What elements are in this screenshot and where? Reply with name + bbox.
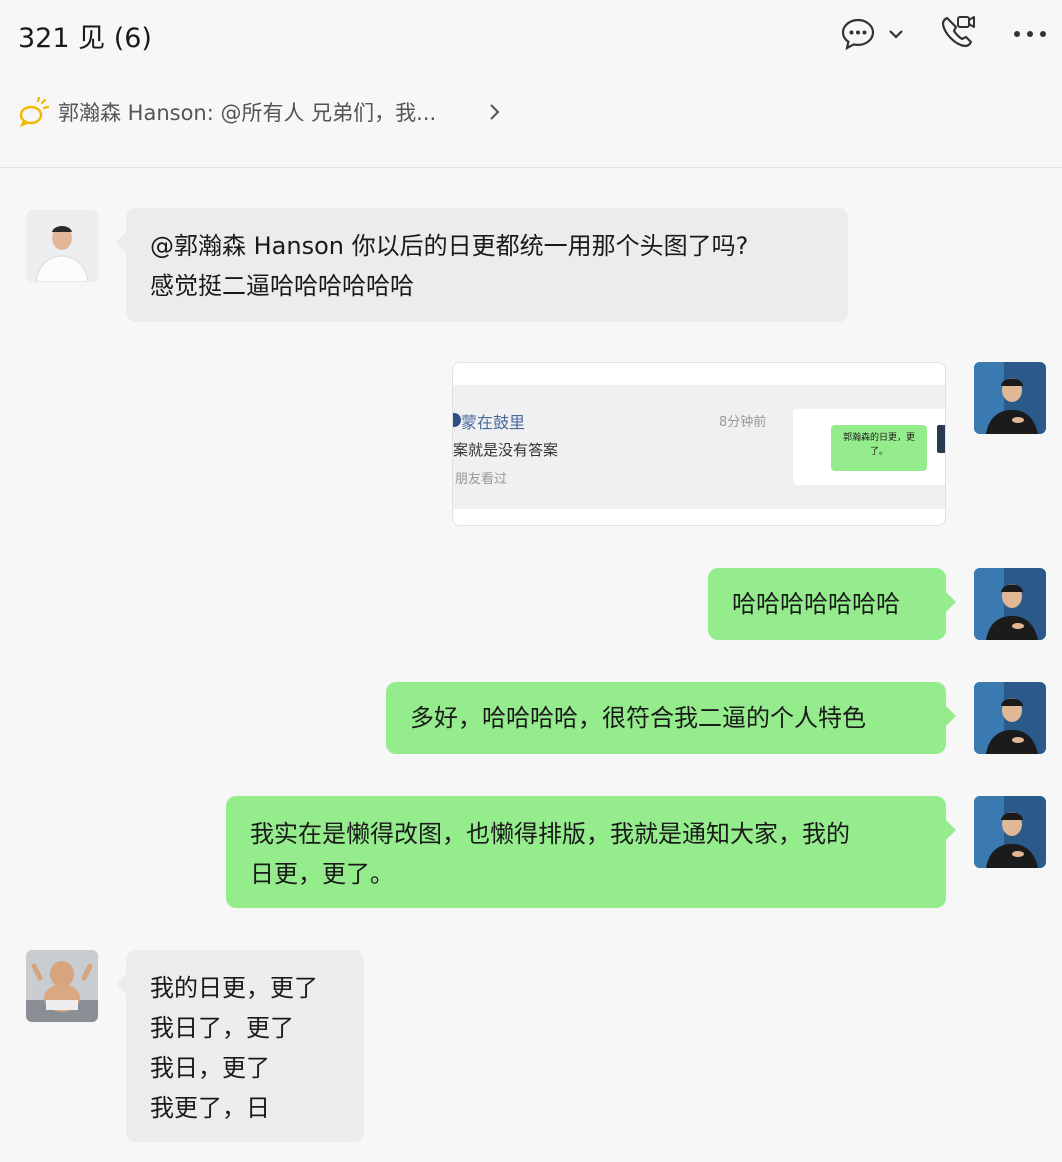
image-text: 案就是没有答案 <box>453 441 559 459</box>
image-mini-avatar <box>937 425 945 453</box>
image-mini-bubble: 郭瀚森的日更，更了。 <box>831 425 927 471</box>
message-bubble-incoming[interactable]: @郭瀚森 Hanson 你以后的日更都统一用那个头图了吗? 感觉挺二逼哈哈哈哈哈… <box>116 208 848 322</box>
message-text: @郭瀚森 Hanson 你以后的日更都统一用那个头图了吗? <box>150 232 749 260</box>
avatar-sender-2[interactable] <box>26 950 98 1022</box>
message-text: 我实在是懒得改图，也懒得排版，我就是通知大家，我的 <box>250 820 850 848</box>
chat-header: 321 见 (6) 郭瀚森 Hanson: @所有人 兄弟们，我... <box>0 0 1062 168</box>
chat-title: 321 见 (6) <box>18 23 152 54</box>
message-text: 我日，更了 <box>150 1054 270 1082</box>
message-text: 我日了，更了 <box>150 1014 294 1042</box>
image-name: 蒙在鼓里 <box>461 413 526 432</box>
pinned-text: 郭瀚森 Hanson: @所有人 兄弟们，我... <box>58 101 437 125</box>
message-bubble-outgoing[interactable]: 哈哈哈哈哈哈哈 <box>708 568 956 640</box>
avatar-self[interactable] <box>974 362 1046 434</box>
pinned-announcement[interactable]: 郭瀚森 Hanson: @所有人 兄弟们，我... <box>18 92 518 132</box>
announcement-icon <box>18 96 50 128</box>
message-bubble-outgoing[interactable]: 多好，哈哈哈哈，很符合我二逼的个人特色 <box>386 682 956 754</box>
avatar-sender-1[interactable] <box>26 210 98 282</box>
message-text: 哈哈哈哈哈哈哈 <box>732 590 900 618</box>
more-icon[interactable] <box>1010 16 1050 52</box>
message-text: 我更了，日 <box>150 1094 270 1122</box>
message-text: 我的日更，更了 <box>150 974 318 1002</box>
avatar-self[interactable] <box>974 796 1046 868</box>
image-message[interactable]: 蒙在鼓里 8分钟前 案就是没有答案 朋友看过 郭瀚森的日更，更了。 <box>452 362 946 526</box>
message-text: 日更，更了。 <box>250 860 394 888</box>
image-subtext: 朋友看过 <box>455 472 508 487</box>
video-call-icon[interactable] <box>938 12 978 52</box>
avatar-self[interactable] <box>974 682 1046 754</box>
chat-bubble-icon[interactable] <box>838 14 878 54</box>
message-text: 感觉挺二逼哈哈哈哈哈哈 <box>150 272 414 300</box>
message-text: 多好，哈哈哈哈，很符合我二逼的个人特色 <box>410 704 866 732</box>
message-bubble-outgoing[interactable]: 我实在是懒得改图，也懒得排版，我就是通知大家，我的 日更，更了。 <box>226 796 956 908</box>
message-bubble-incoming[interactable]: 我的日更，更了 我日了，更了 我日，更了 我更了，日 <box>116 950 364 1142</box>
image-time: 8分钟前 <box>719 415 767 430</box>
chevron-right-icon[interactable] <box>484 100 506 124</box>
chevron-down-icon[interactable] <box>884 22 908 46</box>
avatar-self[interactable] <box>974 568 1046 640</box>
